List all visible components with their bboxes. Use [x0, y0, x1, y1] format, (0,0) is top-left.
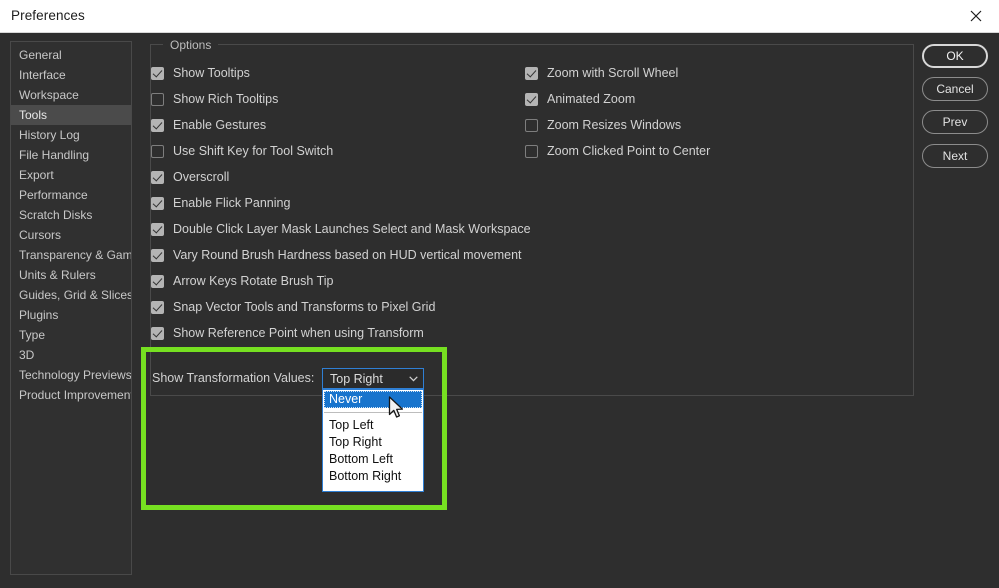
- checkbox-checked-icon[interactable]: [151, 248, 164, 262]
- checkbox-row[interactable]: Enable Gestures: [151, 116, 266, 134]
- title-bar: Preferences: [0, 0, 999, 33]
- sidebar-item-history-log[interactable]: History Log: [11, 125, 131, 145]
- dropdown-option-never[interactable]: Never: [324, 391, 422, 408]
- dropdown-option-bottom-left[interactable]: Bottom Left: [324, 451, 422, 468]
- sidebar-item-workspace[interactable]: Workspace: [11, 85, 131, 105]
- checkbox-checked-icon[interactable]: [151, 326, 164, 340]
- sidebar-item-general[interactable]: General: [11, 45, 131, 65]
- checkbox-label: Overscroll: [173, 170, 230, 184]
- show-transformation-values-dropdown-list[interactable]: Never Top Left Top Right Bottom Left Bottom …: [322, 389, 424, 492]
- checkbox-label: Show Reference Point when using Transfor…: [173, 326, 424, 340]
- cancel-button[interactable]: Cancel: [922, 77, 988, 101]
- checkbox-label: Enable Flick Panning: [173, 196, 291, 210]
- sidebar-item-plugins[interactable]: Plugins: [11, 305, 131, 325]
- checkbox-label: Animated Zoom: [547, 92, 636, 106]
- options-group-label: Options: [163, 39, 219, 52]
- window-title: Preferences: [11, 8, 85, 23]
- checkbox-unchecked-icon[interactable]: [525, 144, 538, 158]
- checkbox-row[interactable]: Vary Round Brush Hardness based on HUD v…: [151, 246, 522, 264]
- checkbox-label: Zoom Resizes Windows: [547, 118, 682, 132]
- checkbox-row[interactable]: Use Shift Key for Tool Switch: [151, 142, 333, 160]
- show-transformation-values-combobox[interactable]: Top Right: [322, 368, 424, 389]
- next-button[interactable]: Next: [922, 144, 988, 168]
- checkbox-checked-icon[interactable]: [151, 118, 164, 132]
- sidebar-item-guides-grid-slices[interactable]: Guides, Grid & Slices: [11, 285, 131, 305]
- checkbox-unchecked-icon[interactable]: [525, 118, 538, 132]
- checkbox-row[interactable]: Show Rich Tooltips: [151, 90, 278, 108]
- checkbox-row[interactable]: Zoom Clicked Point to Center: [525, 142, 710, 160]
- sidebar-item-tools[interactable]: Tools: [11, 105, 131, 125]
- checkbox-label: Show Rich Tooltips: [173, 92, 279, 106]
- dropdown-option-bottom-right[interactable]: Bottom Right: [324, 468, 422, 485]
- checkbox-label: Show Tooltips: [173, 66, 250, 80]
- sidebar-item-transparency-gamut[interactable]: Transparency & Gamut: [11, 245, 131, 265]
- checkbox-row[interactable]: Double Click Layer Mask Launches Select …: [151, 220, 531, 238]
- sidebar-item-cursors[interactable]: Cursors: [11, 225, 131, 245]
- checkbox-row[interactable]: Show Tooltips: [151, 64, 250, 82]
- checkbox-label: Double Click Layer Mask Launches Select …: [173, 222, 531, 236]
- checkbox-checked-icon[interactable]: [151, 274, 164, 288]
- sidebar-item-type[interactable]: Type: [11, 325, 131, 345]
- checkbox-checked-icon[interactable]: [151, 196, 164, 210]
- checkbox-label: Snap Vector Tools and Transforms to Pixe…: [173, 300, 436, 314]
- checkbox-label: Use Shift Key for Tool Switch: [173, 144, 334, 158]
- chevron-down-icon: [407, 373, 419, 385]
- checkbox-checked-icon[interactable]: [151, 300, 164, 314]
- sidebar-item-performance[interactable]: Performance: [11, 185, 131, 205]
- prev-button[interactable]: Prev: [922, 110, 988, 134]
- sidebar-item-technology-previews[interactable]: Technology Previews: [11, 365, 131, 385]
- dropdown-separator: [324, 412, 422, 413]
- preferences-dialog: Preferences General Interface Workspace Too…: [0, 0, 999, 588]
- checkbox-checked-icon[interactable]: [525, 66, 538, 80]
- sidebar-item-units-rulers[interactable]: Units & Rulers: [11, 265, 131, 285]
- checkbox-row[interactable]: Enable Flick Panning: [151, 194, 290, 212]
- checkbox-label: Zoom with Scroll Wheel: [547, 66, 679, 80]
- close-icon[interactable]: [953, 0, 999, 32]
- checkbox-checked-icon[interactable]: [151, 222, 164, 236]
- preferences-category-list[interactable]: General Interface Workspace Tools History Lo…: [10, 41, 132, 575]
- sidebar-item-product-improvement[interactable]: Product Improvement: [11, 385, 131, 405]
- dropdown-option-top-right[interactable]: Top Right: [324, 434, 422, 451]
- checkbox-label: Vary Round Brush Hardness based on HUD v…: [173, 248, 522, 262]
- checkbox-row[interactable]: Zoom Resizes Windows: [525, 116, 681, 134]
- checkbox-row[interactable]: Animated Zoom: [525, 90, 635, 108]
- sidebar-item-interface[interactable]: Interface: [11, 65, 131, 85]
- checkbox-row[interactable]: Show Reference Point when using Transfor…: [151, 324, 424, 342]
- checkbox-checked-icon[interactable]: [151, 66, 164, 80]
- checkbox-label: Enable Gestures: [173, 118, 267, 132]
- checkbox-label: Arrow Keys Rotate Brush Tip: [173, 274, 334, 288]
- show-transformation-values-label: Show Transformation Values:: [152, 371, 315, 385]
- checkbox-unchecked-icon[interactable]: [151, 144, 164, 158]
- sidebar-item-file-handling[interactable]: File Handling: [11, 145, 131, 165]
- combobox-selected-value: Top Right: [330, 371, 383, 386]
- sidebar-item-3d[interactable]: 3D: [11, 345, 131, 365]
- dropdown-option-top-left[interactable]: Top Left: [324, 417, 422, 434]
- checkbox-row[interactable]: Arrow Keys Rotate Brush Tip: [151, 272, 333, 290]
- checkbox-row[interactable]: Zoom with Scroll Wheel: [525, 64, 678, 82]
- checkbox-unchecked-icon[interactable]: [151, 92, 164, 106]
- ok-button[interactable]: OK: [922, 44, 988, 68]
- checkbox-checked-icon[interactable]: [151, 170, 164, 184]
- sidebar-item-export[interactable]: Export: [11, 165, 131, 185]
- checkbox-row[interactable]: Snap Vector Tools and Transforms to Pixe…: [151, 298, 435, 316]
- checkbox-label: Zoom Clicked Point to Center: [547, 144, 711, 158]
- checkbox-row[interactable]: Overscroll: [151, 168, 229, 186]
- checkbox-checked-icon[interactable]: [525, 92, 538, 106]
- sidebar-item-scratch-disks[interactable]: Scratch Disks: [11, 205, 131, 225]
